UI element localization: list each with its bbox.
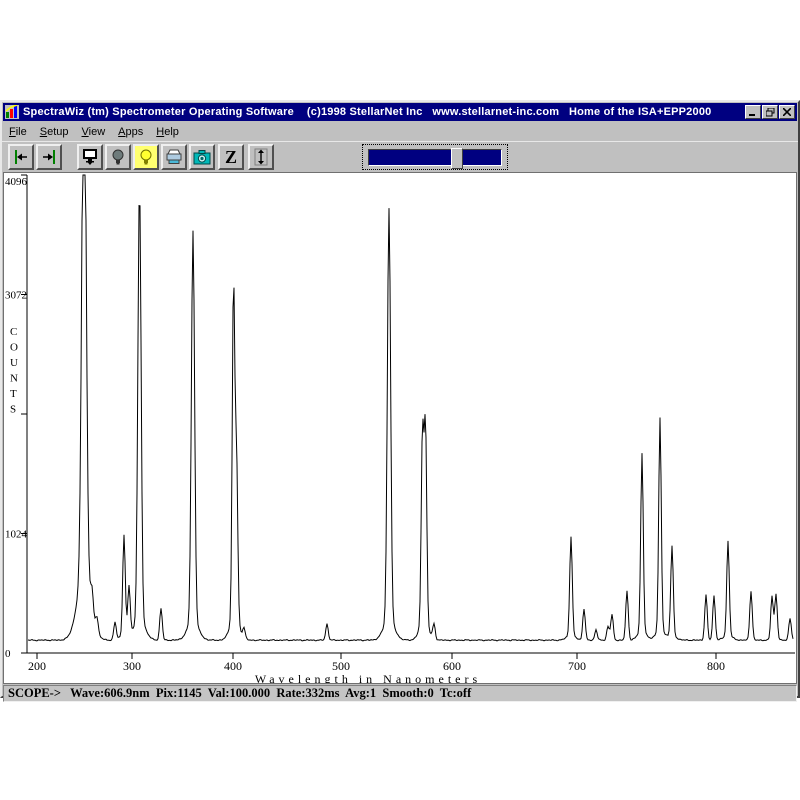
svg-text:Z: Z [225, 148, 237, 166]
svg-text:200: 200 [28, 659, 46, 673]
monitor-snapshot-icon [82, 148, 98, 166]
svg-text:4096: 4096 [5, 176, 28, 188]
desktop: SpectraWiz (tm) Spectrometer Operating S… [0, 0, 800, 800]
menu-item-file[interactable]: File [9, 126, 27, 138]
zoom-z-icon: Z [223, 148, 239, 166]
app-window: SpectraWiz (tm) Spectrometer Operating S… [0, 100, 800, 698]
step-to-start-button[interactable] [8, 144, 34, 170]
slider-thumb[interactable] [451, 148, 463, 169]
close-icon [783, 108, 791, 116]
svg-text:O: O [10, 342, 18, 354]
restore-button[interactable] [762, 105, 778, 119]
app-icon [5, 105, 19, 119]
svg-text:800: 800 [707, 659, 725, 673]
restore-icon [766, 108, 775, 117]
step-to-end-button[interactable] [36, 144, 62, 170]
svg-text:300: 300 [123, 659, 141, 673]
minimize-icon [749, 108, 757, 116]
svg-text:3072: 3072 [5, 290, 27, 302]
camera-snapshot-button[interactable] [189, 144, 215, 170]
svg-text:T: T [10, 388, 17, 400]
svg-text:0: 0 [5, 648, 11, 660]
svg-text:500: 500 [332, 659, 350, 673]
zoom-z-button[interactable]: Z [218, 144, 244, 170]
printer-icon [165, 149, 183, 165]
vertical-autoscale-icon [253, 148, 269, 166]
svg-text:S: S [10, 404, 16, 416]
monitor-snapshot-button[interactable] [77, 144, 103, 170]
vertical-autoscale-button[interactable] [248, 144, 274, 170]
svg-text:C: C [10, 326, 17, 338]
svg-text:1024: 1024 [5, 529, 28, 541]
svg-text:U: U [10, 357, 18, 369]
menu-item-apps[interactable]: Apps [118, 126, 143, 138]
lamp-off-button[interactable] [105, 144, 131, 170]
camera-icon [193, 149, 211, 165]
integration-time-slider[interactable] [362, 144, 508, 170]
status-text: SCOPE-> Wave:606.9nm Pix:1145 Val:100.00… [4, 686, 471, 701]
chart-panel: 4096 3072 1024 0 COUNTS 200 300 400 500 600 700 800… [3, 172, 797, 684]
status-bar: SCOPE-> Wave:606.9nm Pix:1145 Val:100.00… [3, 685, 797, 702]
slider-groove[interactable] [368, 149, 502, 166]
title-bar: SpectraWiz (tm) Spectrometer Operating S… [3, 103, 797, 121]
print-button[interactable] [161, 144, 187, 170]
lamp-on-button[interactable] [133, 144, 159, 170]
lamp-off-icon [111, 148, 125, 166]
close-button[interactable] [779, 105, 795, 119]
svg-text:Wavelength in Nanometers: Wavelength in Nanometers [255, 672, 481, 683]
svg-text:700: 700 [568, 659, 586, 673]
window-title: SpectraWiz (tm) Spectrometer Operating S… [23, 106, 744, 118]
minimize-button[interactable] [745, 105, 761, 119]
lamp-on-icon [139, 148, 153, 166]
toolbar: Z [2, 141, 798, 172]
menu-item-view[interactable]: View [82, 126, 106, 138]
svg-text:600: 600 [443, 659, 461, 673]
svg-text:400: 400 [224, 659, 242, 673]
menu-item-help[interactable]: Help [156, 126, 179, 138]
svg-text:N: N [10, 373, 18, 385]
spectrum-chart[interactable]: 4096 3072 1024 0 COUNTS 200 300 400 500 600 700 800… [4, 173, 798, 683]
step-to-start-icon [12, 149, 30, 165]
menu-bar: File Setup View Apps Help [2, 122, 798, 141]
menu-item-setup[interactable]: Setup [40, 126, 69, 138]
step-to-end-icon [40, 149, 58, 165]
